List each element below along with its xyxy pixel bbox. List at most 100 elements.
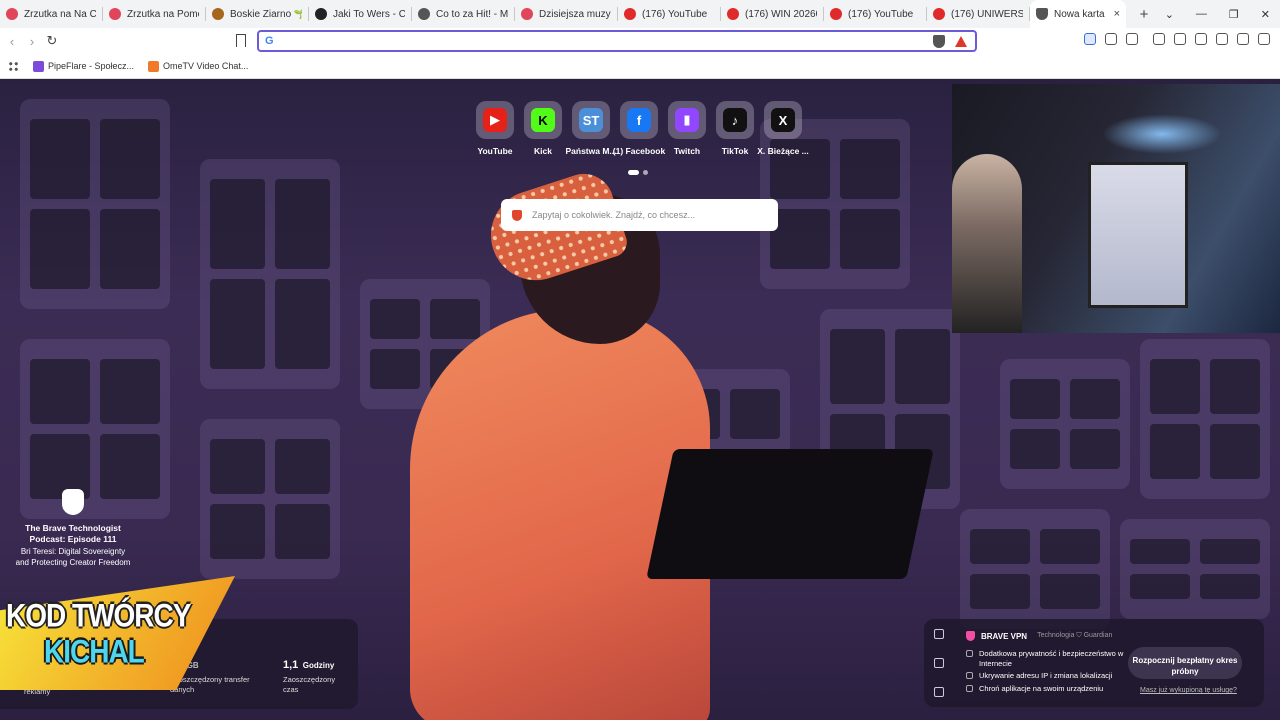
news-subtitle: Bri Teresi: Digital Sovereignty and Prot… bbox=[15, 547, 131, 567]
tab[interactable]: (176) YouTube bbox=[824, 0, 926, 28]
top-site-logo-icon: ▶ bbox=[483, 108, 507, 132]
tab[interactable]: (176) YouTube bbox=[618, 0, 720, 28]
creator-code-banner: KOD TWÓRCY KICHAL bbox=[0, 576, 235, 690]
reload-button[interactable]: ↻ bbox=[42, 33, 62, 49]
wallpaper-card-photo bbox=[830, 329, 885, 404]
apps-grid-icon[interactable] bbox=[8, 60, 19, 72]
top-site-icon-tile[interactable]: K bbox=[524, 101, 562, 139]
tab-title: (176) YouTube bbox=[848, 8, 914, 20]
vpn-icon[interactable] bbox=[1237, 33, 1249, 45]
bookmark-icon[interactable] bbox=[236, 34, 246, 47]
top-site-icon-tile[interactable]: X bbox=[764, 101, 802, 139]
translate-icon[interactable] bbox=[1084, 33, 1096, 45]
tab[interactable]: Co to za Hit! - Muz bbox=[412, 0, 514, 28]
top-site-tile[interactable]: ST Państwa M... bbox=[565, 101, 617, 156]
extensions-icon[interactable] bbox=[1105, 33, 1117, 45]
menu-icon[interactable] bbox=[1258, 33, 1270, 45]
check-icon bbox=[966, 684, 973, 692]
extension-icons bbox=[1084, 33, 1270, 45]
wallpaper-card bbox=[200, 419, 340, 579]
top-site-tile[interactable]: K Kick bbox=[524, 101, 562, 156]
media-icon[interactable] bbox=[1153, 33, 1165, 45]
ntp-search-input[interactable] bbox=[532, 210, 778, 220]
top-site-tile[interactable]: f (1) Facebook bbox=[613, 101, 665, 156]
creator-code-name: KICHAL bbox=[44, 633, 145, 670]
ntp-search-box[interactable] bbox=[501, 199, 778, 231]
top-site-icon-tile[interactable]: ▶ bbox=[476, 101, 514, 139]
wallpaper-card-photo bbox=[100, 209, 160, 289]
address-bar[interactable]: G bbox=[257, 30, 977, 52]
wallpaper-card-photo bbox=[210, 504, 265, 559]
top-site-logo-icon: ♪ bbox=[723, 108, 747, 132]
tab[interactable]: Zrzutka na Na Cho bbox=[0, 0, 102, 28]
close-tab-icon[interactable]: × bbox=[1114, 8, 1120, 20]
tab[interactable]: (176) UNIWERSUM bbox=[927, 0, 1029, 28]
tab[interactable]: Jaki To Wers - Code bbox=[309, 0, 411, 28]
bookmark-ometv[interactable]: OmeTV Video Chat... bbox=[148, 60, 248, 72]
brave-news-card[interactable]: The Brave Technologist Podcast: Episode … bbox=[14, 489, 132, 568]
top-site-icon-tile[interactable]: f bbox=[620, 101, 658, 139]
top-site-logo-icon: ST bbox=[579, 108, 603, 132]
bookmarks-bar: PipeFlare - Społecz... OmeTV Video Chat.… bbox=[0, 54, 1280, 79]
tab[interactable]: (176) WIN 202604 bbox=[721, 0, 823, 28]
new-tab-button[interactable]: + bbox=[1132, 6, 1156, 23]
tab[interactable]: Boskie Ziarno 🌱 R bbox=[206, 0, 308, 28]
wallpaper-card-photo bbox=[100, 119, 160, 199]
vpn-free-trial-button[interactable]: Rozpocznij bezpłatny okres próbny bbox=[1128, 647, 1242, 679]
check-icon bbox=[966, 650, 973, 657]
wallpaper-card-photo bbox=[210, 179, 265, 269]
tab-active-new-tab[interactable]: Nowa karta × bbox=[1030, 0, 1126, 28]
brave-vpn-widget: BRAVE VPN Technologia ⛉ Guardian Dodatko… bbox=[954, 619, 1264, 707]
wallpaper-card-photo bbox=[275, 179, 330, 269]
bookmark-pipeflare[interactable]: PipeFlare - Społecz... bbox=[33, 60, 134, 72]
top-site-logo-icon: K bbox=[531, 108, 555, 132]
stat-label: Zaoszczędzony czas bbox=[283, 675, 336, 694]
sidebar-icon[interactable] bbox=[1174, 33, 1186, 45]
tab[interactable]: Zrzutka na Pomoc bbox=[103, 0, 205, 28]
pager-dot-active[interactable] bbox=[628, 170, 639, 175]
minimize-button[interactable]: — bbox=[1196, 8, 1207, 20]
top-site-tile[interactable]: ▮ Twitch bbox=[668, 101, 706, 156]
leo-ai-icon[interactable] bbox=[1216, 33, 1228, 45]
wallpaper-card-photo bbox=[30, 359, 90, 424]
stat-time: 1,1 Godziny Zaoszczędzony czas bbox=[283, 655, 343, 695]
top-site-tile[interactable]: ♪ TikTok bbox=[716, 101, 754, 156]
tab-favicon-icon bbox=[933, 8, 945, 20]
wallpaper-card-photo bbox=[770, 209, 830, 269]
top-site-tile[interactable]: X X. Bieżące ... bbox=[757, 101, 809, 156]
pager-dot[interactable] bbox=[643, 170, 648, 175]
tab-search-dropdown-icon[interactable]: ⌄ bbox=[1165, 8, 1174, 21]
brave-rewards-icon[interactable] bbox=[955, 35, 967, 47]
wallpaper-card-photo bbox=[1150, 424, 1200, 479]
window-controls: ⌄ — ❐ ✕ bbox=[1165, 0, 1270, 28]
wallpaper-card bbox=[1000, 359, 1130, 489]
close-window-button[interactable]: ✕ bbox=[1261, 8, 1270, 21]
new-tab-page: ▶ YouTube K Kick ST Państwa M... f (1) Facebook… bbox=[0, 79, 1280, 720]
media-widget-icon[interactable] bbox=[934, 687, 944, 698]
wallpaper-card-photo bbox=[210, 439, 265, 494]
address-input[interactable] bbox=[283, 33, 933, 49]
top-site-icon-tile[interactable]: ♪ bbox=[716, 101, 754, 139]
screenshot-icon[interactable] bbox=[1126, 33, 1138, 45]
vpn-feature: Chroń aplikacje na swoim urządzeniu bbox=[966, 684, 1126, 694]
back-button[interactable]: ‹ bbox=[2, 34, 22, 49]
brave-shields-icon[interactable] bbox=[933, 34, 945, 48]
tab[interactable]: Dzisiejsza muzyczn bbox=[515, 0, 617, 28]
rewards-widget-icon[interactable] bbox=[934, 657, 944, 668]
restore-button[interactable]: ❐ bbox=[1229, 8, 1239, 21]
forward-button[interactable]: › bbox=[22, 34, 42, 49]
top-site-icon-tile[interactable]: ST bbox=[572, 101, 610, 139]
brave-lion-logo-icon bbox=[62, 489, 84, 515]
wallpaper-card bbox=[960, 509, 1110, 629]
top-site-icon-tile[interactable]: ▮ bbox=[668, 101, 706, 139]
top-site-tile[interactable]: ▶ YouTube bbox=[476, 101, 514, 156]
vpn-widget-icon[interactable] bbox=[934, 628, 944, 639]
vpn-already-purchased-link[interactable]: Masz już wykupioną tę usługę? bbox=[1140, 687, 1237, 694]
wallpaper-card-photo bbox=[370, 299, 420, 339]
wallet-icon[interactable] bbox=[1195, 33, 1207, 45]
vpn-provider: Technologia ⛉ Guardian bbox=[1037, 632, 1113, 639]
tab-favicon-icon bbox=[212, 8, 224, 20]
wallpaper-card-photo bbox=[100, 359, 160, 424]
vpn-brand: BRAVE VPN bbox=[981, 631, 1028, 641]
top-site-label: X. Bieżące ... bbox=[757, 146, 809, 156]
